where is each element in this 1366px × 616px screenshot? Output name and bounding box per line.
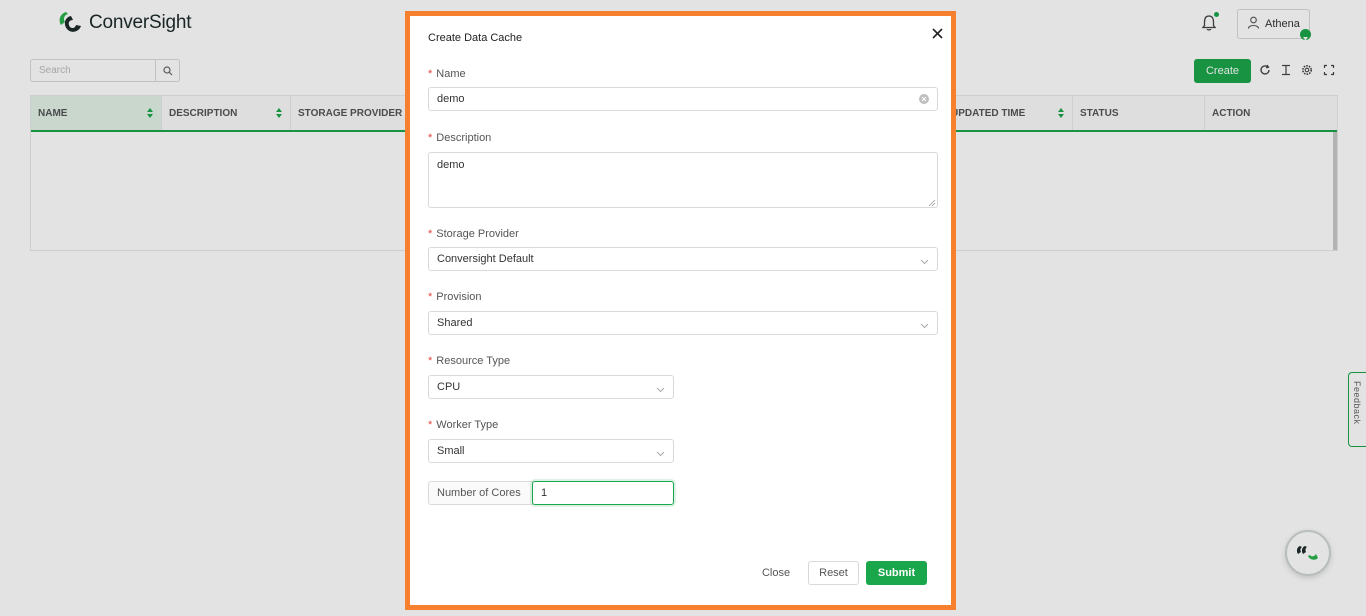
- storage-provider-select[interactable]: Conversight Default: [428, 247, 938, 271]
- submit-button[interactable]: Submit: [866, 561, 927, 585]
- chevron-down-icon: [656, 448, 665, 457]
- resource-type-label: * Resource Type: [428, 355, 511, 367]
- chevron-down-icon: [920, 256, 929, 265]
- description-label: * Description: [428, 132, 492, 144]
- number-of-cores-input[interactable]: 1: [532, 481, 674, 505]
- chevron-down-icon: [920, 320, 929, 329]
- resize-handle-icon[interactable]: [928, 198, 936, 207]
- reset-button[interactable]: Reset: [808, 561, 859, 585]
- name-label: * Name: [428, 68, 466, 80]
- modal-title: Create Data Cache: [428, 32, 523, 44]
- resource-type-select[interactable]: CPU: [428, 375, 674, 399]
- worker-type-label: * Worker Type: [428, 419, 499, 431]
- close-button[interactable]: Close: [754, 561, 798, 585]
- provision-label: * Provision: [428, 291, 482, 303]
- number-of-cores-label: Number of Cores: [428, 481, 533, 505]
- clear-icon[interactable]: [919, 94, 929, 104]
- provision-select[interactable]: Shared: [428, 311, 938, 335]
- storage-provider-label: * Storage Provider: [428, 228, 519, 240]
- close-icon[interactable]: [929, 25, 945, 41]
- chevron-down-icon: [656, 384, 665, 393]
- description-textarea[interactable]: demo: [428, 152, 938, 208]
- name-input[interactable]: demo: [428, 87, 938, 111]
- worker-type-select[interactable]: Small: [428, 439, 674, 463]
- create-data-cache-modal: Create Data Cache * Name demo * Descriptio…: [405, 11, 956, 610]
